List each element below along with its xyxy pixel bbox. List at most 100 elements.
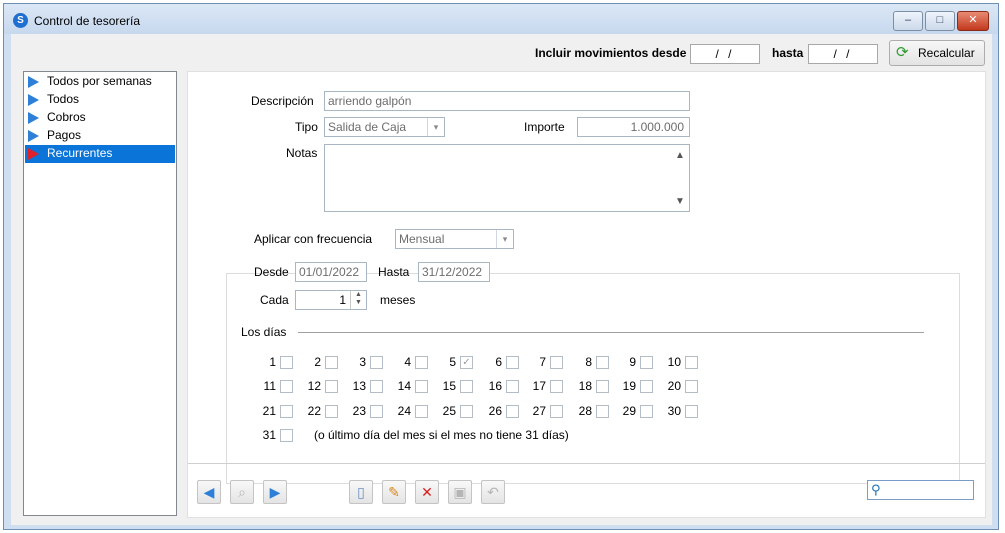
desde-date-field[interactable]: 01/01/2022 xyxy=(295,262,367,282)
arrow-right-icon xyxy=(28,94,39,106)
day-label-25: 25 xyxy=(442,404,456,418)
notas-textarea[interactable]: ▲ ▼ xyxy=(324,144,690,212)
tree-item-pagos[interactable]: Pagos xyxy=(25,127,175,145)
tipo-value: Salida de Caja xyxy=(328,120,407,134)
cada-label: Cada xyxy=(260,293,289,307)
pencil-icon: ✎ xyxy=(388,484,400,500)
day-checkbox-21[interactable] xyxy=(280,405,293,418)
day-checkbox-15[interactable] xyxy=(460,380,473,393)
day-checkbox-2[interactable] xyxy=(325,356,338,369)
scroll-up-icon[interactable]: ▲ xyxy=(673,149,687,163)
tree-item-recurrentes[interactable]: Recurrentes xyxy=(25,145,175,163)
window-title: Control de tesorería xyxy=(34,14,141,28)
day-checkbox-8[interactable] xyxy=(596,356,609,369)
day-checkbox-30[interactable] xyxy=(685,405,698,418)
hasta-date-label: Hasta xyxy=(378,265,410,279)
day-label-28: 28 xyxy=(578,404,592,418)
importe-label: Importe xyxy=(524,120,565,134)
day-label-18: 18 xyxy=(578,379,592,393)
hasta-date-field[interactable]: 31/12/2022 xyxy=(418,262,490,282)
day-label-2: 2 xyxy=(314,355,321,369)
day-checkbox-5[interactable]: ✓ xyxy=(460,356,473,369)
maximize-button[interactable]: □ xyxy=(925,11,955,31)
day-checkbox-24[interactable] xyxy=(415,405,428,418)
day-label-8: 8 xyxy=(585,355,592,369)
spin-buttons[interactable]: ▲ ▼ xyxy=(350,291,366,309)
chevron-down-icon: ▾ xyxy=(427,118,444,136)
day-checkbox-31[interactable] xyxy=(280,429,293,442)
day-checkbox-18[interactable] xyxy=(596,380,609,393)
toolbar-separator xyxy=(188,463,985,464)
tipo-select[interactable]: Salida de Caja ▾ xyxy=(324,117,445,137)
tree-item-todos-por-semanas[interactable]: Todos por semanas xyxy=(25,73,175,91)
day-checkbox-4[interactable] xyxy=(415,356,428,369)
filter-desde-field[interactable]: / / xyxy=(690,44,760,64)
day-checkbox-27[interactable] xyxy=(550,405,563,418)
search-input[interactable]: ⚲ xyxy=(867,480,974,500)
app-icon: S xyxy=(13,13,28,28)
new-button[interactable]: ▯ xyxy=(349,480,373,504)
arrow-right-icon xyxy=(28,148,39,160)
arrow-right-icon: ▶ xyxy=(269,484,281,500)
day-checkbox-3[interactable] xyxy=(370,356,383,369)
search-icon: ⚲ xyxy=(871,482,881,497)
spin-down-icon[interactable]: ▼ xyxy=(351,299,366,307)
close-button[interactable]: ✕ xyxy=(957,11,989,31)
importe-field[interactable]: 1.000.000 xyxy=(577,117,690,137)
recalcular-label: Recalcular xyxy=(918,46,975,60)
day-checkbox-7[interactable] xyxy=(550,356,563,369)
incluir-movimientos-label: Incluir movimientos desde xyxy=(535,46,687,60)
day-checkbox-14[interactable] xyxy=(415,380,428,393)
day-checkbox-29[interactable] xyxy=(640,405,653,418)
day-checkbox-28[interactable] xyxy=(596,405,609,418)
filter-hasta-field[interactable]: / / xyxy=(808,44,878,64)
day-checkbox-25[interactable] xyxy=(460,405,473,418)
day-checkbox-26[interactable] xyxy=(506,405,519,418)
edit-button[interactable]: ✎ xyxy=(382,480,406,504)
descripcion-label: Descripción xyxy=(251,94,314,108)
delete-button[interactable]: ✕ xyxy=(415,480,439,504)
descripcion-field[interactable]: arriendo galpón xyxy=(324,91,690,111)
main-window: S Control de tesorería – □ ✕ Incluir mov… xyxy=(3,3,999,530)
day-checkbox-9[interactable] xyxy=(640,356,653,369)
day-label-4: 4 xyxy=(404,355,411,369)
day-label-13: 13 xyxy=(352,379,366,393)
spin-up-icon[interactable]: ▲ xyxy=(351,291,366,299)
day-checkbox-6[interactable] xyxy=(506,356,519,369)
day-checkbox-1[interactable] xyxy=(280,356,293,369)
day-label-26: 26 xyxy=(488,404,502,418)
day-checkbox-10[interactable] xyxy=(685,356,698,369)
scroll-down-icon[interactable]: ▼ xyxy=(673,195,687,209)
previous-button[interactable]: ◀ xyxy=(197,480,221,504)
day-checkbox-17[interactable] xyxy=(550,380,563,393)
day-label-7: 7 xyxy=(539,355,546,369)
day-label-16: 16 xyxy=(488,379,502,393)
find-button[interactable]: ⌕ xyxy=(230,480,254,504)
day-checkbox-13[interactable] xyxy=(370,380,383,393)
day-label-22: 22 xyxy=(307,404,321,418)
day-checkbox-22[interactable] xyxy=(325,405,338,418)
day-checkbox-20[interactable] xyxy=(685,380,698,393)
day-label-31: 31 xyxy=(262,428,276,442)
day-checkbox-16[interactable] xyxy=(506,380,519,393)
save-button[interactable]: ▣ xyxy=(448,480,472,504)
cada-stepper[interactable]: 1 ▲ ▼ xyxy=(295,290,367,310)
day-checkbox-11[interactable] xyxy=(280,380,293,393)
undo-button[interactable]: ↶ xyxy=(481,480,505,504)
day-label-21: 21 xyxy=(262,404,276,418)
frecuencia-select[interactable]: Mensual ▾ xyxy=(395,229,514,249)
recalcular-button[interactable]: ⟳ Recalcular xyxy=(889,40,985,66)
day-checkbox-12[interactable] xyxy=(325,380,338,393)
tree-item-cobros[interactable]: Cobros xyxy=(25,109,175,127)
new-document-icon: ▯ xyxy=(357,484,365,500)
day-checkbox-23[interactable] xyxy=(370,405,383,418)
day-label-20: 20 xyxy=(667,379,681,393)
undo-icon: ↶ xyxy=(487,484,499,500)
client-area: Incluir movimientos desde / / hasta / / … xyxy=(11,34,992,525)
category-tree[interactable]: Todos por semanas Todos Cobros Pagos Rec… xyxy=(23,71,177,516)
next-button[interactable]: ▶ xyxy=(263,480,287,504)
minimize-button[interactable]: – xyxy=(893,11,923,31)
tree-item-todos[interactable]: Todos xyxy=(25,91,175,109)
title-bar[interactable]: S Control de tesorería – □ ✕ xyxy=(4,4,998,34)
day-checkbox-19[interactable] xyxy=(640,380,653,393)
